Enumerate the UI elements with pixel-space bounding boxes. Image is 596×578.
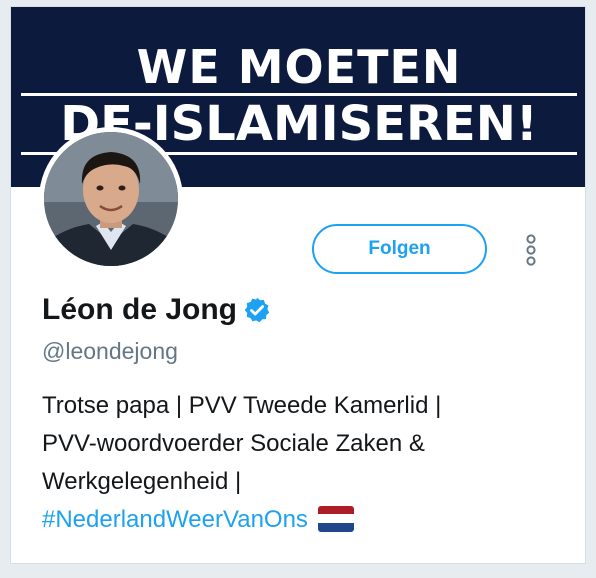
bio-line: PVV-woordvoerder Sociale Zaken &: [42, 430, 425, 457]
profile-handle: @leondejong: [42, 338, 178, 364]
banner-text-line1: WE MOETEN: [136, 40, 462, 94]
verified-badge-icon: [244, 297, 270, 323]
profile-name-row: Léon de Jong: [42, 290, 271, 330]
netherlands-flag-icon: [317, 505, 354, 532]
profile-card: WE MOETEN DE-ISLAMISEREN! Folgen Léon de…: [10, 6, 586, 564]
bio-line: Trotse papa | PVV Tweede Kamerlid |: [42, 392, 442, 419]
avatar-photo: [44, 132, 178, 266]
vertical-ellipsis-icon[interactable]: [519, 233, 543, 267]
follow-button[interactable]: Folgen: [312, 224, 487, 274]
profile-bio: Trotse papa | PVV Tweede Kamerlid | PVV-…: [42, 387, 562, 539]
bio-hashtag-line: #NederlandWeerVanOns: [42, 501, 562, 539]
bio-line: Werkgelegenheid |: [42, 468, 242, 495]
avatar-portrait-image: [44, 132, 178, 266]
display-name: Léon de Jong: [42, 293, 237, 326]
avatar[interactable]: [39, 127, 183, 271]
hashtag-link[interactable]: #NederlandWeerVanOns: [42, 506, 308, 533]
